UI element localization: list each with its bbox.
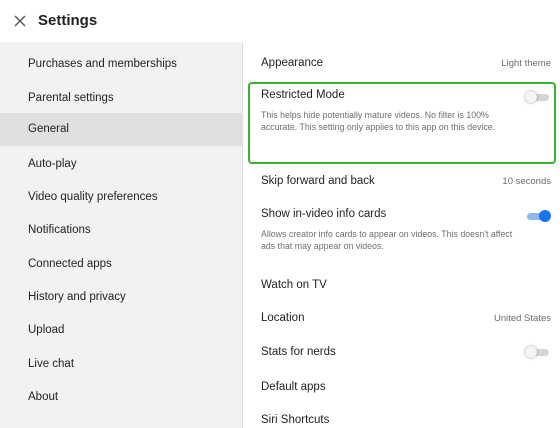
stats-toggle[interactable] [525,346,551,358]
sidebar-item-upload[interactable]: Upload [0,314,242,347]
stats-label: Stats for nerds [261,346,336,358]
default-apps-label: Default apps [261,381,326,393]
setting-restricted-mode: Restricted Mode This helps hide potentia… [261,89,551,161]
info-cards-description: Allows creator info cards to appear on v… [261,229,513,251]
appearance-label: Appearance [261,57,324,69]
sidebar-item-purchases[interactable]: Purchases and memberships [0,48,242,81]
location-label: Location [261,312,305,324]
page-title: Settings [38,12,98,29]
setting-appearance[interactable]: Appearance Light theme [261,57,551,77]
sidebar-item-live-chat[interactable]: Live chat [0,348,242,381]
setting-default-apps[interactable]: Default apps [261,381,551,401]
sidebar-item-connected-apps[interactable]: Connected apps [0,248,242,281]
location-value: United States [493,313,551,324]
setting-skip[interactable]: Skip forward and back 10 seconds [261,175,551,195]
siri-shortcuts-label: Siri Shortcuts [261,414,330,426]
setting-info-cards: Show in-video info cards Allows creator … [261,208,551,268]
setting-watch-on-tv[interactable]: Watch on TV [261,279,551,299]
restricted-mode-description: This helps hide potentially mature video… [261,110,496,132]
skip-value: 10 seconds [502,176,551,187]
settings-content: Appearance Light theme Restricted Mode T… [244,42,560,428]
setting-siri-shortcuts[interactable]: Siri Shortcuts [261,414,551,428]
setting-stats-for-nerds: Stats for nerds [261,346,551,366]
sidebar-item-history[interactable]: History and privacy [0,281,242,314]
setting-location[interactable]: Location United States [261,312,551,332]
sidebar-item-notifications[interactable]: Notifications [0,214,242,247]
sidebar-item-general[interactable]: General [0,113,242,146]
appearance-value: Light theme [501,58,551,69]
settings-sidebar: Purchases and memberships Parental setti… [0,42,243,428]
sidebar-item-video-quality[interactable]: Video quality preferences [0,181,242,214]
sidebar-item-autoplay[interactable]: Auto-play [0,148,242,181]
info-cards-label: Show in-video info cards [261,208,387,220]
sidebar-item-about[interactable]: About [0,381,242,414]
restricted-mode-toggle[interactable] [525,91,551,103]
restricted-mode-label: Restricted Mode [261,89,345,101]
info-cards-toggle[interactable] [525,210,551,222]
close-icon[interactable] [10,11,30,31]
sidebar-item-parental[interactable]: Parental settings [0,82,242,115]
settings-header: Settings [0,0,560,42]
watch-on-tv-label: Watch on TV [261,279,327,291]
skip-label: Skip forward and back [261,175,375,187]
